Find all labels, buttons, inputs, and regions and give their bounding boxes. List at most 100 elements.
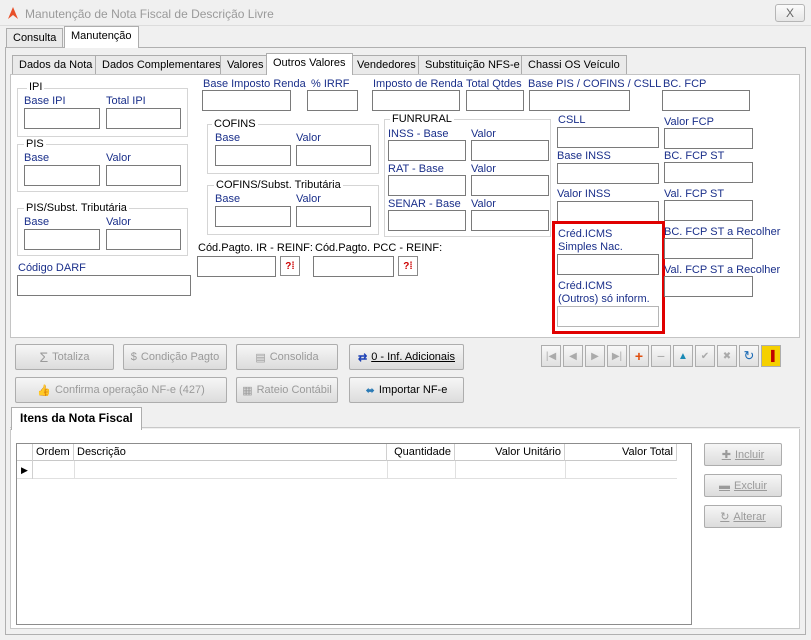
- row-divider: [387, 461, 388, 479]
- calculator-icon: ▦: [242, 384, 253, 397]
- tab-valores[interactable]: Valores: [220, 55, 271, 75]
- cred-icms-simples-label-1: Créd.ICMS: [558, 228, 613, 240]
- totaliza-button[interactable]: Σ Totaliza: [15, 344, 114, 370]
- pis-subst-base-label: Base: [24, 216, 50, 228]
- cofins-base-input[interactable]: [215, 145, 291, 166]
- cofins-valor-input[interactable]: [296, 145, 371, 166]
- row-indicator-icon: ▶: [17, 461, 33, 479]
- total-qtdes-input[interactable]: [466, 90, 524, 111]
- col-quantidade[interactable]: Quantidade: [387, 444, 455, 461]
- tab-chassi-os-veiculo[interactable]: Chassi OS Veículo: [521, 55, 627, 75]
- last-record-icon[interactable]: ▶|: [607, 345, 627, 367]
- insert-record-icon[interactable]: +: [629, 345, 649, 367]
- consolidate-icon: ▤: [255, 351, 266, 364]
- inf-adicionais-button[interactable]: ⇄ 0 - Inf. Adicionais: [349, 344, 464, 370]
- cod-ir-lookup-icon[interactable]: ?⁞: [280, 256, 300, 276]
- tab-itens-nota-fiscal[interactable]: Itens da Nota Fiscal: [11, 407, 142, 430]
- excluir-button[interactable]: ▬ Excluir: [704, 474, 782, 497]
- val-fcp-st-recolher-input[interactable]: [664, 276, 753, 297]
- cod-pcc-reinf-input[interactable]: [313, 256, 394, 277]
- tab-substituicao-nfse[interactable]: Substituição NFS-e: [418, 55, 527, 75]
- cred-icms-simples-input[interactable]: [557, 254, 659, 275]
- prior-record-icon[interactable]: ◀: [563, 345, 583, 367]
- consolida-button[interactable]: ▤ Consolida: [236, 344, 338, 370]
- cod-pcc-lookup-icon[interactable]: ?⁞: [398, 256, 418, 276]
- col-ordem[interactable]: Ordem: [33, 444, 74, 461]
- codigo-darf-input[interactable]: [17, 275, 191, 296]
- incluir-button[interactable]: ✚ Incluir: [704, 443, 782, 466]
- base-ir-label: Base Imposto Renda: [203, 78, 306, 90]
- irrf-input[interactable]: [307, 90, 358, 111]
- rat-base-input[interactable]: [388, 175, 466, 196]
- cofins-valor-label: Valor: [296, 132, 321, 144]
- bc-fcp-input[interactable]: [662, 90, 750, 111]
- cofins-subst-base-input[interactable]: [215, 206, 291, 227]
- base-ipi-input[interactable]: [24, 108, 100, 129]
- csll-input[interactable]: [557, 127, 659, 148]
- plus-icon: ✚: [721, 449, 731, 461]
- refresh-icon[interactable]: ↻: [739, 345, 759, 367]
- table-row[interactable]: ▶: [17, 461, 677, 479]
- senar-valor-input[interactable]: [471, 210, 549, 231]
- col-valor-total[interactable]: Valor Total: [565, 444, 677, 461]
- grid-header: Ordem Descrição Quantidade Valor Unitári…: [17, 444, 677, 461]
- total-ipi-input[interactable]: [106, 108, 181, 129]
- col-descricao[interactable]: Descrição: [74, 444, 387, 461]
- tab-dados-complementares[interactable]: Dados Complementares: [95, 55, 228, 75]
- alterar-button[interactable]: ↻ Alterar: [704, 505, 782, 528]
- cod-ir-reinf-input[interactable]: [197, 256, 276, 277]
- pis-valor-input[interactable]: [106, 165, 181, 186]
- irrf-label: % IRRF: [311, 78, 350, 90]
- tab-manutencao[interactable]: Manutenção: [64, 26, 139, 48]
- dollar-icon: $: [130, 351, 137, 363]
- exit-door-icon[interactable]: ▐: [761, 345, 781, 367]
- pis-subst-valor-input[interactable]: [106, 229, 181, 250]
- cred-icms-outros-input[interactable]: [557, 306, 659, 327]
- valor-inss-input[interactable]: [557, 201, 659, 222]
- cod-pcc-reinf-label: Cód.Pagto. PCC - REINF:: [315, 242, 443, 254]
- cancel-record-icon[interactable]: ✖: [717, 345, 737, 367]
- pis-valor-label: Valor: [106, 152, 131, 164]
- base-ir-input[interactable]: [202, 90, 291, 111]
- bc-fcp-st-recolher-input[interactable]: [664, 238, 753, 259]
- tab-consulta[interactable]: Consulta: [6, 28, 64, 48]
- imposto-renda-input[interactable]: [372, 90, 460, 111]
- bc-fcp-st-input[interactable]: [664, 162, 753, 183]
- tab-outros-valores[interactable]: Outros Valores: [266, 53, 353, 75]
- first-record-icon[interactable]: |◀: [541, 345, 561, 367]
- cofins-subst-valor-input[interactable]: [296, 206, 371, 227]
- inss-base-input[interactable]: [388, 140, 466, 161]
- pis-base-input[interactable]: [24, 165, 100, 186]
- post-record-icon[interactable]: ✔: [695, 345, 715, 367]
- col-valor-unitario[interactable]: Valor Unitário: [455, 444, 565, 461]
- pis-subst-valor-label: Valor: [106, 216, 131, 228]
- pis-subst-base-input[interactable]: [24, 229, 100, 250]
- inss-valor-input[interactable]: [471, 140, 549, 161]
- base-inss-label: Base INSS: [557, 150, 611, 162]
- valor-fcp-label: Valor FCP: [664, 116, 714, 128]
- row-divider: [74, 461, 75, 479]
- rateio-contabil-button[interactable]: ▦ Rateio Contábil: [236, 377, 338, 403]
- close-button[interactable]: X: [775, 4, 805, 22]
- next-record-icon[interactable]: ▶: [585, 345, 605, 367]
- rat-base-label: RAT - Base: [388, 163, 444, 175]
- importar-nfe-button[interactable]: ⬌ Importar NF-e: [349, 377, 464, 403]
- edit-record-icon[interactable]: ▲: [673, 345, 693, 367]
- base-pis-cofins-csll-input[interactable]: [529, 90, 630, 111]
- rat-valor-label: Valor: [471, 163, 496, 175]
- rat-valor-input[interactable]: [471, 175, 549, 196]
- delete-record-icon[interactable]: −: [651, 345, 671, 367]
- confirma-nfe-button[interactable]: 👍 Confirma operação NF-e (427): [15, 377, 227, 403]
- tab-vendedores[interactable]: Vendedores: [350, 55, 423, 75]
- condicao-pagto-button[interactable]: $ Condição Pagto: [123, 344, 227, 370]
- grid-indicator-header: [17, 444, 33, 461]
- senar-base-input[interactable]: [388, 210, 466, 231]
- tab-dados-nota[interactable]: Dados da Nota: [12, 55, 100, 75]
- cofins-label: COFINS: [212, 118, 258, 130]
- window-title: Manutenção de Nota Fiscal de Descrição L…: [25, 7, 274, 21]
- val-fcp-st-label: Val. FCP ST: [664, 188, 725, 200]
- valor-fcp-input[interactable]: [664, 128, 753, 149]
- items-grid[interactable]: Ordem Descrição Quantidade Valor Unitári…: [16, 443, 692, 625]
- base-inss-input[interactable]: [557, 163, 659, 184]
- val-fcp-st-input[interactable]: [664, 200, 753, 221]
